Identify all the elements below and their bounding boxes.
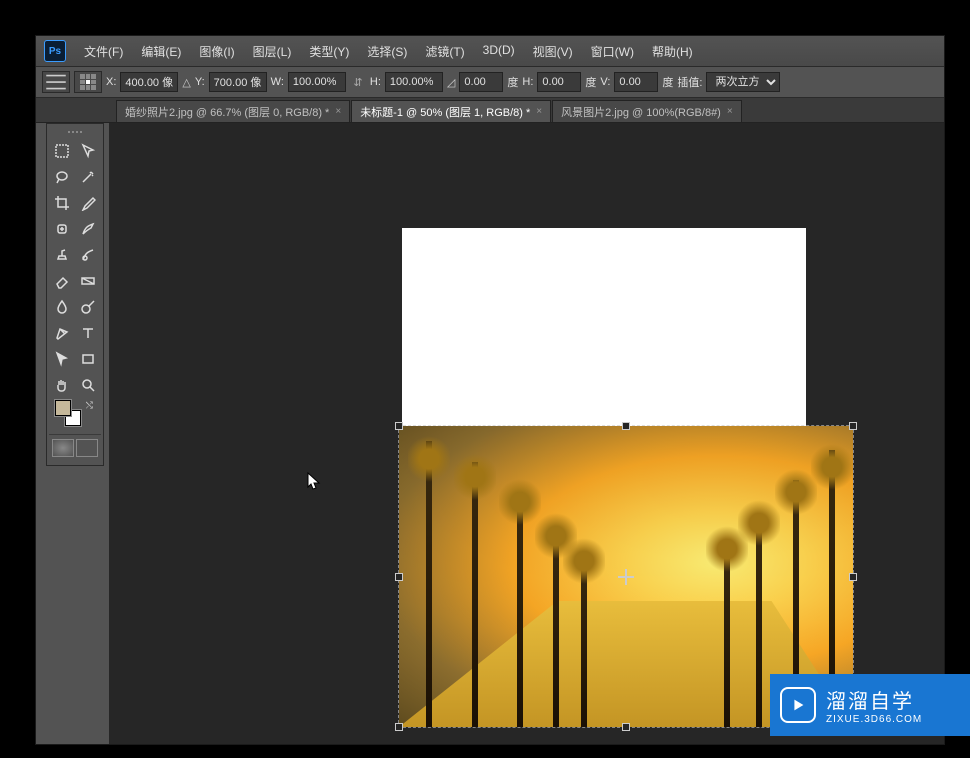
crop-tool[interactable]	[49, 190, 75, 216]
delta-icon[interactable]: △	[182, 76, 190, 89]
eyedropper-tool[interactable]	[75, 190, 101, 216]
document-tab-bar: 婚纱照片2.jpg @ 66.7% (图层 0, RGB/8) * × 未标题-…	[36, 98, 944, 123]
options-bar: X: △ Y: W: ⇵ H: ◿ 度 H: 度 V: 度 插值: 两次立方	[36, 66, 944, 98]
tools-panel: ⤭	[46, 123, 104, 466]
transform-handle-tm[interactable]	[622, 422, 630, 430]
tab-label: 未标题-1 @ 50% (图层 1, RGB/8) *	[360, 104, 530, 120]
tab-label: 风景图片2.jpg @ 100%(RGB/8#)	[561, 104, 721, 120]
doc-tab-2[interactable]: 未标题-1 @ 50% (图层 1, RGB/8) * ×	[351, 100, 551, 122]
menu-3d[interactable]: 3D(D)	[475, 39, 523, 64]
zoom-tool[interactable]	[75, 372, 101, 398]
rectangle-tool[interactable]	[75, 346, 101, 372]
canvas-background	[402, 228, 806, 430]
tool-preset-icon[interactable]	[42, 71, 70, 93]
interp-label: 插值:	[677, 74, 702, 90]
w-input[interactable]	[288, 72, 346, 92]
history-brush-tool[interactable]	[75, 242, 101, 268]
transform-handle-tr[interactable]	[849, 422, 857, 430]
transform-handle-ml[interactable]	[395, 573, 403, 581]
menu-file[interactable]: 文件(F)	[76, 39, 131, 64]
marquee-tool[interactable]	[49, 138, 75, 164]
h-label: H:	[370, 76, 381, 88]
menu-type[interactable]: 类型(Y)	[301, 39, 357, 64]
swap-colors-icon[interactable]: ⤭	[86, 400, 93, 411]
transform-handle-mr[interactable]	[849, 573, 857, 581]
x-input[interactable]	[120, 72, 178, 92]
menu-edit[interactable]: 编辑(E)	[133, 39, 189, 64]
hand-tool[interactable]	[49, 372, 75, 398]
y-label: Y:	[195, 76, 205, 88]
h-input[interactable]	[385, 72, 443, 92]
v-input[interactable]	[614, 72, 658, 92]
watermark-title: 溜溜自学	[826, 685, 922, 714]
pen-tool[interactable]	[49, 320, 75, 346]
document-canvas[interactable]	[402, 228, 806, 430]
menu-window[interactable]: 窗口(W)	[583, 39, 642, 64]
screen-mode-icon[interactable]	[76, 439, 98, 457]
close-icon[interactable]: ×	[335, 106, 341, 117]
canvas-workspace[interactable]	[109, 123, 944, 744]
h2-input[interactable]	[537, 72, 581, 92]
w-label: W:	[271, 76, 284, 88]
move-tool[interactable]	[75, 138, 101, 164]
type-tool[interactable]	[75, 320, 101, 346]
doc-tab-1[interactable]: 婚纱照片2.jpg @ 66.7% (图层 0, RGB/8) * ×	[116, 100, 350, 122]
clone-stamp-tool[interactable]	[49, 242, 75, 268]
menu-select[interactable]: 选择(S)	[359, 39, 415, 64]
app-logo: Ps	[44, 40, 66, 62]
reference-point-icon[interactable]	[74, 71, 102, 93]
menu-layer[interactable]: 图层(L)	[245, 39, 300, 64]
close-icon[interactable]: ×	[536, 106, 542, 117]
tab-label: 婚纱照片2.jpg @ 66.7% (图层 0, RGB/8) *	[125, 104, 329, 120]
dodge-tool[interactable]	[75, 294, 101, 320]
path-selection-tool[interactable]	[49, 346, 75, 372]
close-icon[interactable]: ×	[727, 106, 733, 117]
mouse-cursor-icon	[307, 472, 321, 492]
y-input[interactable]	[209, 72, 267, 92]
transform-center-icon[interactable]	[618, 569, 634, 585]
magic-wand-tool[interactable]	[75, 164, 101, 190]
app-window: Ps 文件(F) 编辑(E) 图像(I) 图层(L) 类型(Y) 选择(S) 滤…	[35, 35, 945, 745]
foreground-color-swatch[interactable]	[55, 400, 71, 416]
menu-image[interactable]: 图像(I)	[191, 39, 242, 64]
angle-unit: 度	[507, 74, 518, 90]
x-label: X:	[106, 76, 116, 88]
h2-label: H:	[522, 76, 533, 88]
lasso-tool[interactable]	[49, 164, 75, 190]
healing-brush-tool[interactable]	[49, 216, 75, 242]
v-unit: 度	[662, 74, 673, 90]
v-label: V:	[600, 76, 610, 88]
panel-grip[interactable]	[49, 128, 101, 136]
brush-tool[interactable]	[75, 216, 101, 242]
watermark-badge: 溜溜自学 ZIXUE.3D66.COM	[770, 674, 970, 736]
h2-unit: 度	[585, 74, 596, 90]
gradient-tool[interactable]	[75, 268, 101, 294]
link-icon[interactable]: ⇵	[350, 74, 366, 90]
interp-select[interactable]: 两次立方	[706, 72, 780, 92]
blur-tool[interactable]	[49, 294, 75, 320]
angle-icon: ◿	[447, 76, 455, 89]
quick-mask-icon[interactable]	[52, 439, 74, 457]
transform-handle-bm[interactable]	[622, 723, 630, 731]
menu-help[interactable]: 帮助(H)	[644, 39, 701, 64]
doc-tab-3[interactable]: 风景图片2.jpg @ 100%(RGB/8#) ×	[552, 100, 742, 122]
play-icon	[780, 687, 816, 723]
color-swatches[interactable]: ⤭	[49, 398, 101, 430]
angle-input[interactable]	[459, 72, 503, 92]
eraser-tool[interactable]	[49, 268, 75, 294]
menu-view[interactable]: 视图(V)	[525, 39, 581, 64]
title-bar: Ps 文件(F) 编辑(E) 图像(I) 图层(L) 类型(Y) 选择(S) 滤…	[36, 36, 944, 66]
transform-handle-bl[interactable]	[395, 723, 403, 731]
watermark-subtitle: ZIXUE.3D66.COM	[826, 714, 922, 725]
transform-handle-tl[interactable]	[395, 422, 403, 430]
menu-bar: 文件(F) 编辑(E) 图像(I) 图层(L) 类型(Y) 选择(S) 滤镜(T…	[76, 39, 701, 64]
menu-filter[interactable]: 滤镜(T)	[417, 39, 472, 64]
